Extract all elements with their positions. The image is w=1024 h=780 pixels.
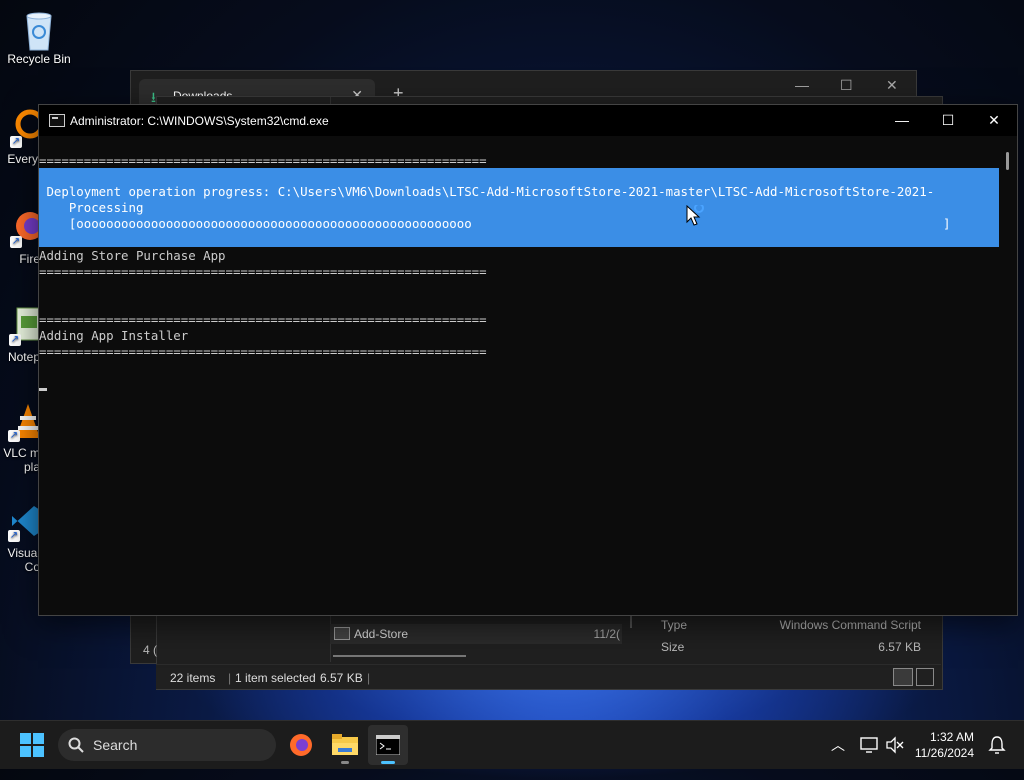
processing-line: Processing	[39, 200, 144, 215]
desktop-icon-label: Every	[7, 152, 38, 166]
desktop-icon-notepad[interactable]: ↗ Notep	[0, 306, 42, 364]
horizontal-scrollbar[interactable]	[333, 655, 466, 657]
separator-line: ========================================…	[39, 153, 487, 168]
search-label: Search	[93, 737, 138, 753]
desktop-icon-firefox[interactable]: ↗ Fire	[0, 208, 44, 266]
clock-date: 11/26/2024	[914, 746, 974, 760]
vertical-scrollbar[interactable]	[1000, 136, 1017, 614]
clock-time: 1:32 AM	[929, 730, 974, 744]
adding-app-installer-line: Adding App Installer	[39, 328, 189, 343]
mouse-pointer-icon	[686, 203, 710, 234]
recycle-bin-icon	[19, 8, 59, 51]
cmd-title-bar[interactable]: Administrator: C:\WINDOWS\System32\cmd.e…	[39, 105, 1017, 136]
file-date: 11/2(	[593, 627, 620, 641]
detail-type-key: Type	[661, 618, 688, 632]
status-item-count: 22 items	[170, 671, 216, 685]
maximize-button[interactable]: ☐	[925, 105, 971, 136]
firefox-icon	[290, 734, 312, 756]
desktop-icon-vlc[interactable]: ↗ VLC m pla	[0, 402, 40, 474]
status-separator: |	[228, 671, 232, 685]
desktop-icon-vscode[interactable]: ↗ Visual Co	[0, 502, 40, 574]
cmd-file-icon	[334, 627, 350, 640]
separator-line: ========================================…	[39, 344, 487, 359]
show-hidden-icons-chevron-icon[interactable]: ︿	[831, 735, 845, 755]
scrollbar-thumb[interactable]	[1006, 152, 1009, 170]
shortcut-arrow-icon: ↗	[10, 236, 22, 248]
shortcut-arrow-icon: ↗	[8, 430, 20, 442]
desktop-icon-label: Visual	[7, 546, 40, 560]
separator-line: ========================================…	[39, 264, 487, 279]
close-button[interactable]: ✕	[971, 105, 1017, 136]
detail-size-value: 6.57 KB	[878, 640, 921, 654]
terminal-icon	[376, 735, 400, 755]
cmd-window[interactable]: Administrator: C:\WINDOWS\System32\cmd.e…	[38, 104, 1018, 616]
left-pane-partial: 4 (	[143, 643, 158, 657]
search-icon	[68, 737, 84, 753]
terminal-output[interactable]: ========================================…	[39, 136, 999, 614]
network-icon[interactable]	[860, 736, 880, 754]
active-indicator	[381, 761, 395, 764]
file-name: Add-Store	[354, 627, 409, 641]
shortcut-arrow-icon: ↗	[8, 530, 20, 542]
running-indicator	[341, 761, 349, 764]
desktop-icon-label-line2: pla	[23, 460, 40, 474]
progress-bar-end: ]	[943, 216, 951, 231]
desktop-icon-label: Recycle Bin	[7, 52, 71, 66]
shortcut-arrow-icon: ↗	[10, 136, 22, 148]
adding-store-purchase-line: Adding Store Purchase App	[39, 248, 226, 263]
desktop-icon-label: Notep	[7, 350, 40, 364]
folder-icon	[332, 734, 358, 755]
close-icon[interactable]: ✕	[886, 77, 898, 94]
explorer-status-bar: 22 items | 1 item selected 6.57 KB |	[156, 664, 941, 689]
notification-bell-icon[interactable]	[988, 735, 1006, 755]
separator-line: ========================================…	[39, 312, 487, 327]
taskbar: Search ︿ 1:32 AM 11/26/2024	[0, 720, 1024, 769]
text-cursor	[39, 388, 47, 391]
status-separator: |	[367, 671, 371, 685]
taskbar-firefox[interactable]	[281, 725, 321, 765]
tiles-view-icon[interactable]	[916, 668, 934, 686]
window-title: Administrator: C:\WINDOWS\System32\cmd.e…	[70, 114, 329, 128]
deployment-progress-line: Deployment operation progress: C:\Users\…	[39, 184, 935, 199]
taskbar-terminal[interactable]	[368, 725, 408, 765]
desktop-icon-recycle-bin[interactable]: Recycle Bin	[1, 8, 77, 66]
maximize-icon[interactable]: ☐	[840, 77, 853, 94]
cmd-icon	[49, 114, 65, 127]
detail-type-value: Windows Command Script	[779, 618, 921, 632]
minimize-icon[interactable]: —	[795, 77, 809, 93]
status-size: 6.57 KB	[320, 671, 363, 685]
status-selected: 1 item selected	[235, 671, 316, 685]
desktop-icon-label: VLC m	[3, 446, 40, 460]
start-button[interactable]	[20, 733, 44, 757]
system-clock[interactable]: 1:32 AM 11/26/2024	[915, 729, 974, 761]
desktop-icon-everything[interactable]: ↗ Every	[0, 108, 45, 166]
detail-size-key: Size	[661, 640, 685, 654]
volume-muted-icon[interactable]	[885, 736, 905, 754]
progress-bar-text: [ooooooooooooooooooooooooooooooooooooooo…	[39, 216, 472, 231]
desktop-icon-label-line2: Co	[24, 560, 40, 574]
minimize-button[interactable]: —	[879, 105, 925, 136]
search-box[interactable]: Search	[58, 729, 276, 761]
details-view-icon[interactable]	[893, 668, 913, 686]
desktop-icon-label: Fire	[19, 252, 40, 266]
shortcut-arrow-icon: ↗	[9, 334, 21, 346]
taskbar-file-explorer[interactable]	[325, 725, 365, 765]
progress-banner: Deployment operation progress: C:\Users\…	[39, 168, 999, 247]
file-row-add-store[interactable]: Add-Store 11/2(	[330, 624, 622, 644]
